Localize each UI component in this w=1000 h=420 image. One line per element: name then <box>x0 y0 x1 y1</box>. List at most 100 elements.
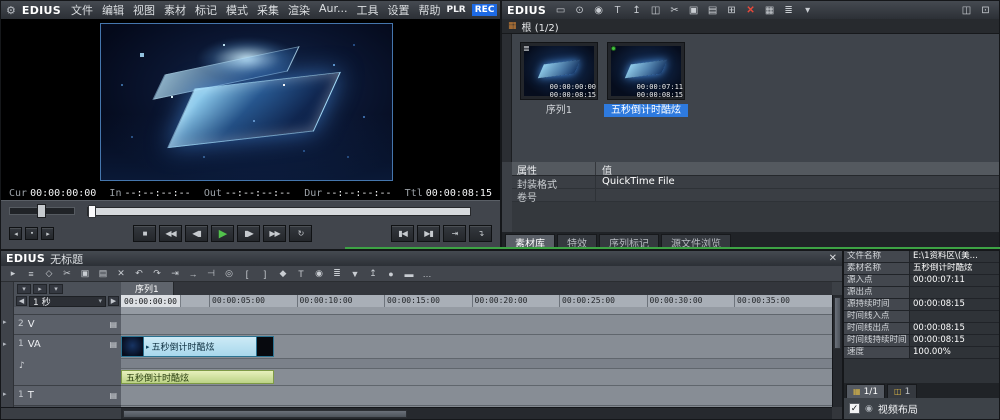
track-header-v[interactable]: 2 V ▤ <box>14 315 121 335</box>
bin-clip-sequence[interactable]: ≣ 00:00:00:00 00:00:08:15 序列1 <box>517 42 601 117</box>
settings-icon[interactable]: ≡ <box>22 267 40 280</box>
zoom-in-icon[interactable]: ▶ <box>108 296 119 306</box>
fast-forward-button[interactable]: ▶▶ <box>263 225 286 242</box>
trim-mode-icon[interactable]: ⊣ <box>202 267 220 280</box>
sync-toggle-icon[interactable]: ▸ <box>33 284 47 294</box>
jog-left-icon[interactable]: ◂ <box>9 227 22 240</box>
shuttle-icon[interactable]: ▪ <box>25 227 38 240</box>
redo-icon[interactable]: ↷ <box>148 267 166 280</box>
ripple-delete-icon[interactable]: ✕ <box>112 267 130 280</box>
menu-item[interactable]: 视图 <box>133 2 155 18</box>
track-options-icon[interactable]: ▾ <box>49 284 63 294</box>
property-column-header[interactable]: 属性 <box>512 162 596 175</box>
bin-clip-video[interactable]: 00:00:07:11 00:00:08:15 五秒倒计时酷炫 <box>604 42 688 117</box>
set-in-icon[interactable]: [ <box>238 267 256 280</box>
play-button[interactable]: ▶ <box>211 225 234 242</box>
sequence-tab[interactable]: 序列1 <box>121 282 174 295</box>
info-row[interactable]: 时间线入点 <box>844 311 999 323</box>
menu-item[interactable]: 模式 <box>226 2 248 18</box>
bin-folder-bar[interactable]: ▦ 根 (1/2) <box>502 19 999 34</box>
layout-icon[interactable]: ▬ <box>400 267 418 280</box>
expand-track-t-icon[interactable]: ▸ <box>3 390 7 398</box>
paste-icon[interactable]: ▤ <box>704 3 721 17</box>
expand-track-v-icon[interactable]: ▸ <box>3 318 7 326</box>
search-icon[interactable]: ⊙ <box>571 3 588 17</box>
more-icon[interactable]: … <box>418 267 436 280</box>
position-bar[interactable] <box>87 207 471 216</box>
checkbox-checked-icon[interactable]: ✓ <box>849 403 860 414</box>
va-gap-lane[interactable] <box>121 359 834 369</box>
timeline-clip[interactable]: ▸ 五秒倒计时酷炫 <box>121 336 274 357</box>
track-header-va[interactable]: 1 VA ▤ ♪ <box>14 335 121 386</box>
va-audio-lane[interactable]: 五秒倒计时酷炫 <box>121 369 834 386</box>
info-row[interactable]: 源入点 00:00:07:11 <box>844 275 999 287</box>
set-in-button[interactable]: ▮◀ <box>391 225 414 242</box>
bin-tree-strip[interactable] <box>502 34 512 162</box>
timeline-ruler[interactable]: 00:00:00:00 00:00:05:0000:00:10:0000:00:… <box>121 295 834 307</box>
layout-icon[interactable]: ◫ <box>958 3 975 17</box>
expand-track-va-icon[interactable]: ▸ <box>3 340 7 348</box>
copy-icon[interactable]: ▣ <box>76 267 94 280</box>
export-icon[interactable]: ↥ <box>364 267 382 280</box>
set-out-icon[interactable]: ] <box>256 267 274 280</box>
stop-button[interactable]: ■ <box>133 225 156 242</box>
menu-item[interactable]: 工具 <box>356 2 378 18</box>
rewind-button[interactable]: ◀◀ <box>159 225 182 242</box>
menu-item[interactable]: 文件 <box>71 2 93 18</box>
info-row[interactable]: 源持续时间 00:00:08:15 <box>844 299 999 311</box>
info-tab[interactable]: ◫ 1 <box>887 384 917 398</box>
info-tab[interactable]: ▦ 1/1 <box>846 384 885 398</box>
insert-to-timeline-button[interactable]: ↴ <box>469 225 492 242</box>
time-scale-select[interactable]: 1 秒 ▾ <box>29 296 106 307</box>
info-row[interactable]: 速度 100.00% <box>844 347 999 359</box>
voiceover-icon[interactable]: ◉ <box>310 267 328 280</box>
track-patch-icon[interactable]: ▤ <box>109 391 117 400</box>
player-mode-label[interactable]: PLR <box>446 5 465 15</box>
speaker-icon[interactable]: ♪ <box>19 361 25 371</box>
new-folder-icon[interactable]: ▭ <box>552 3 569 17</box>
clip-label[interactable]: 序列1 <box>517 104 601 117</box>
value-column-header[interactable]: 值 <box>596 162 612 175</box>
overwrite-mode-icon[interactable]: → <box>184 267 202 280</box>
menu-item[interactable]: 采集 <box>257 2 279 18</box>
cut-icon[interactable]: ✂ <box>58 267 76 280</box>
save-icon[interactable]: ◇ <box>40 267 58 280</box>
up-folder-icon[interactable]: ↥ <box>628 3 645 17</box>
cut-icon[interactable]: ✂ <box>666 3 683 17</box>
info-row[interactable]: 素材名称 五秒倒计时酷炫 <box>844 263 999 275</box>
va-video-lane[interactable]: ▸ 五秒倒计时酷炫 <box>121 335 834 359</box>
thumbnail-view-icon[interactable]: ▦ <box>761 3 778 17</box>
add-title-icon[interactable]: T <box>609 3 626 17</box>
vertical-scrollbar[interactable] <box>832 295 842 407</box>
shuttle-handle[interactable] <box>37 204 46 218</box>
track-header-t[interactable]: 1 T ▤ <box>14 386 121 406</box>
marker-icon[interactable]: ▼ <box>346 267 364 280</box>
detail-view-icon[interactable]: ≣ <box>780 3 797 17</box>
horizontal-scrollbar[interactable] <box>121 407 834 419</box>
menu-item[interactable]: 帮助 <box>418 2 440 18</box>
next-frame-button[interactable]: ▮▶ <box>237 225 260 242</box>
track-patch-icon[interactable]: ▤ <box>109 340 117 349</box>
undo-icon[interactable]: ↶ <box>130 267 148 280</box>
zoom-out-icon[interactable]: ◀ <box>16 296 27 306</box>
pointer-icon[interactable]: ▸ <box>4 267 22 280</box>
grid-view-icon[interactable]: ⊞ <box>723 3 740 17</box>
title-icon[interactable]: T <box>292 267 310 280</box>
horizontal-scroll-thumb[interactable] <box>123 410 407 418</box>
title-track-lane[interactable] <box>121 386 834 406</box>
menu-item[interactable]: 渲染 <box>288 2 310 18</box>
info-row[interactable]: 文件名称 E:\1资料区\(美... <box>844 251 999 263</box>
info-row[interactable]: 源出点 <box>844 287 999 299</box>
clip-label-selected[interactable]: 五秒倒计时酷炫 <box>604 104 688 117</box>
property-row[interactable]: 卷号 <box>512 189 999 202</box>
menu-item[interactable]: 标记 <box>195 2 217 18</box>
position-handle[interactable] <box>88 205 96 218</box>
recorder-mode-badge[interactable]: REC <box>472 4 498 16</box>
timeline-lanes[interactable]: ▸ 五秒倒计时酷炫 五秒倒计时酷炫 <box>121 307 834 407</box>
menu-item[interactable]: 素材 <box>164 2 186 18</box>
property-row[interactable]: 封装格式 QuickTime File <box>512 176 999 189</box>
monitor-icon[interactable]: ◫ <box>647 3 664 17</box>
capture-icon[interactable]: ◉ <box>590 3 607 17</box>
match-frame-icon[interactable]: ◎ <box>220 267 238 280</box>
audio-mixer-icon[interactable]: ≣ <box>328 267 346 280</box>
